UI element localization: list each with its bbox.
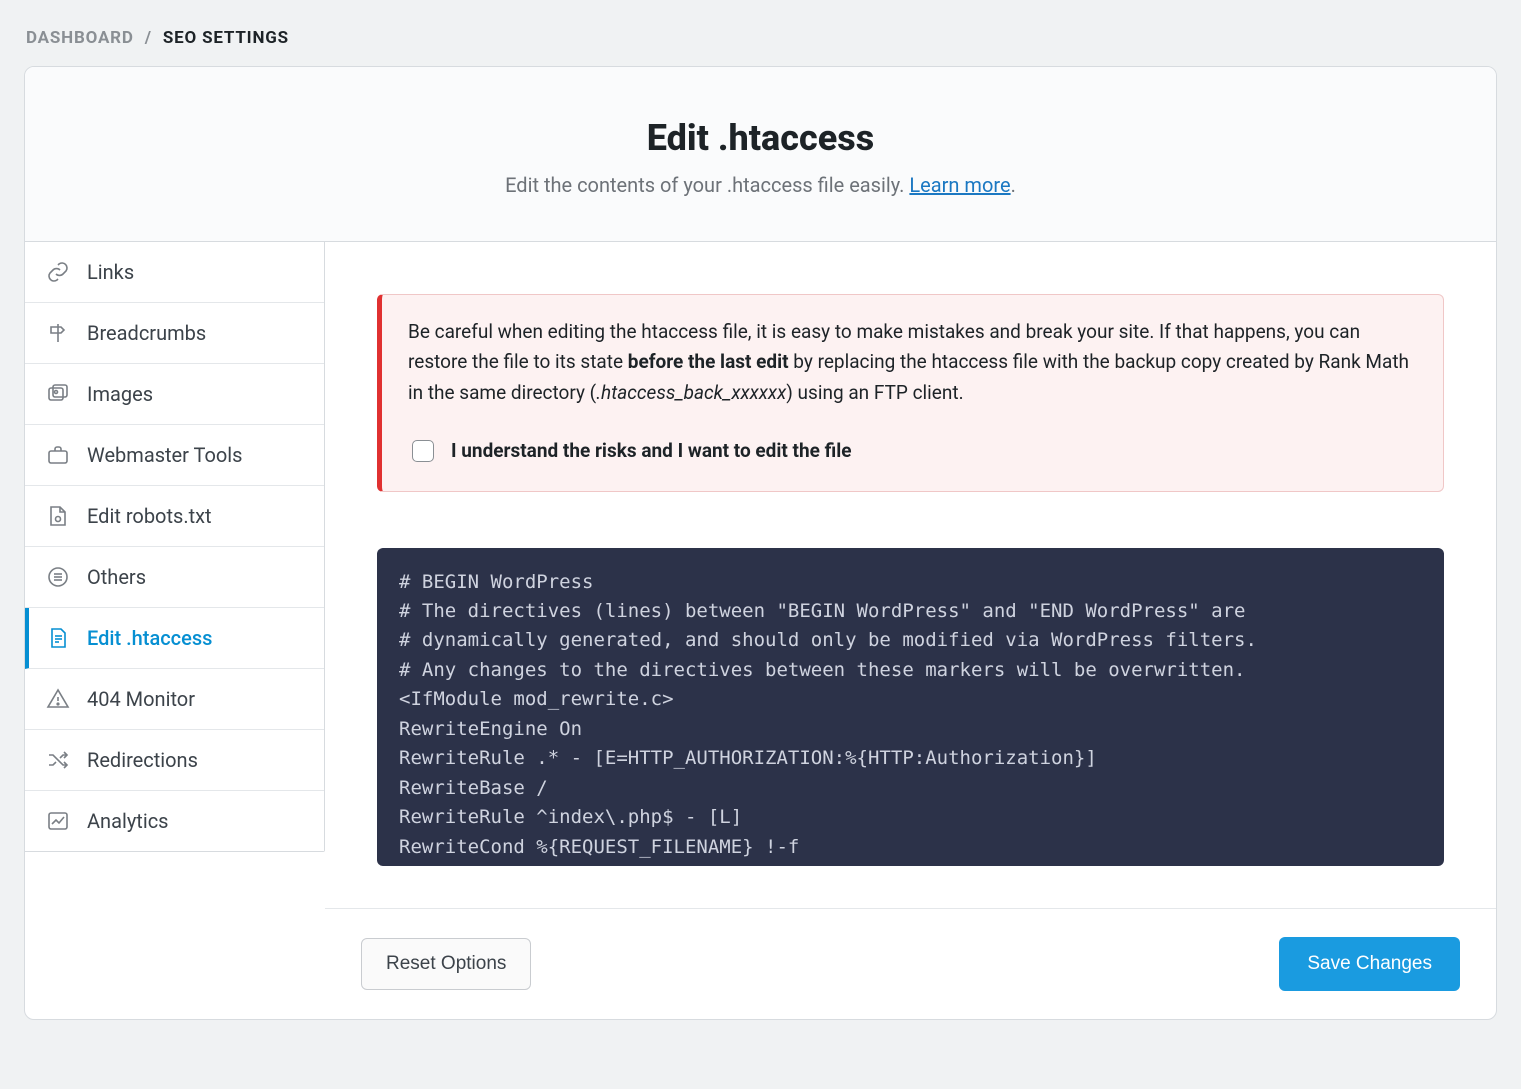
reset-options-button[interactable]: Reset Options <box>361 938 531 990</box>
sidebar-item-label: Analytics <box>87 809 169 833</box>
sidebar-item-links[interactable]: Links <box>25 242 324 303</box>
alert-italic-text: .htaccess_back_xxxxxx <box>596 381 786 404</box>
content-area: Be careful when editing the htaccess fil… <box>325 242 1496 1019</box>
file-text-icon <box>45 626 71 650</box>
chart-line-icon <box>45 809 71 833</box>
sidebar-item-images[interactable]: Images <box>25 364 324 425</box>
sidebar-item-robots[interactable]: Edit robots.txt <box>25 486 324 547</box>
images-icon <box>45 382 71 406</box>
page-title: Edit .htaccess <box>55 117 1466 159</box>
sidebar-item-redirections[interactable]: Redirections <box>25 730 324 791</box>
breadcrumb-root[interactable]: DASHBOARD <box>26 28 134 48</box>
alert-triangle-icon <box>45 687 71 711</box>
sidebar-item-label: Links <box>87 260 134 284</box>
briefcase-icon <box>45 443 71 467</box>
sidebar-item-label: 404 Monitor <box>87 687 195 711</box>
subtitle-text: Edit the contents of your .htaccess file… <box>505 173 909 197</box>
breadcrumb: DASHBOARD / SEO SETTINGS <box>26 28 1495 48</box>
subtitle-period: . <box>1011 173 1016 197</box>
file-robot-icon <box>45 504 71 528</box>
shuffle-icon <box>45 748 71 772</box>
breadcrumb-separator: / <box>145 28 152 48</box>
page-subtitle: Edit the contents of your .htaccess file… <box>55 173 1466 197</box>
signpost-icon <box>45 321 71 345</box>
sidebar-item-breadcrumbs[interactable]: Breadcrumbs <box>25 303 324 364</box>
settings-sidebar: Links Breadcrumbs Images Webmaster Tools… <box>25 242 325 852</box>
learn-more-link[interactable]: Learn more <box>909 173 1010 197</box>
links-icon <box>45 260 71 284</box>
warning-alert: Be careful when editing the htaccess fil… <box>377 294 1444 492</box>
sidebar-item-others[interactable]: Others <box>25 547 324 608</box>
panel-footer: Reset Options Save Changes <box>325 908 1496 1019</box>
sidebar-item-label: Others <box>87 565 146 589</box>
understand-risks-checkbox[interactable] <box>412 440 434 462</box>
understand-risks-label[interactable]: I understand the risks and I want to edi… <box>451 436 851 466</box>
sidebar-item-analytics[interactable]: Analytics <box>25 791 324 851</box>
sidebar-item-label: Redirections <box>87 748 198 772</box>
sidebar-item-label: Webmaster Tools <box>87 443 242 467</box>
sidebar-item-label: Breadcrumbs <box>87 321 206 345</box>
sidebar-item-label: Images <box>87 382 153 406</box>
breadcrumb-current: SEO SETTINGS <box>163 28 289 48</box>
alert-text: Be careful when editing the htaccess fil… <box>408 317 1417 408</box>
sidebar-item-404[interactable]: 404 Monitor <box>25 669 324 730</box>
sidebar-item-webmaster[interactable]: Webmaster Tools <box>25 425 324 486</box>
list-icon <box>45 565 71 589</box>
alert-text-segment: ) using an FTP client. <box>786 381 963 404</box>
sidebar-item-label: Edit .htaccess <box>87 626 212 650</box>
htaccess-editor[interactable]: # BEGIN WordPress # The directives (line… <box>377 548 1444 866</box>
alert-bold-text: before the last edit <box>628 350 789 373</box>
save-changes-button[interactable]: Save Changes <box>1279 937 1460 991</box>
settings-panel: Edit .htaccess Edit the contents of your… <box>24 66 1497 1020</box>
panel-header: Edit .htaccess Edit the contents of your… <box>25 67 1496 242</box>
sidebar-item-htaccess[interactable]: Edit .htaccess <box>25 608 324 669</box>
sidebar-item-label: Edit robots.txt <box>87 504 212 528</box>
